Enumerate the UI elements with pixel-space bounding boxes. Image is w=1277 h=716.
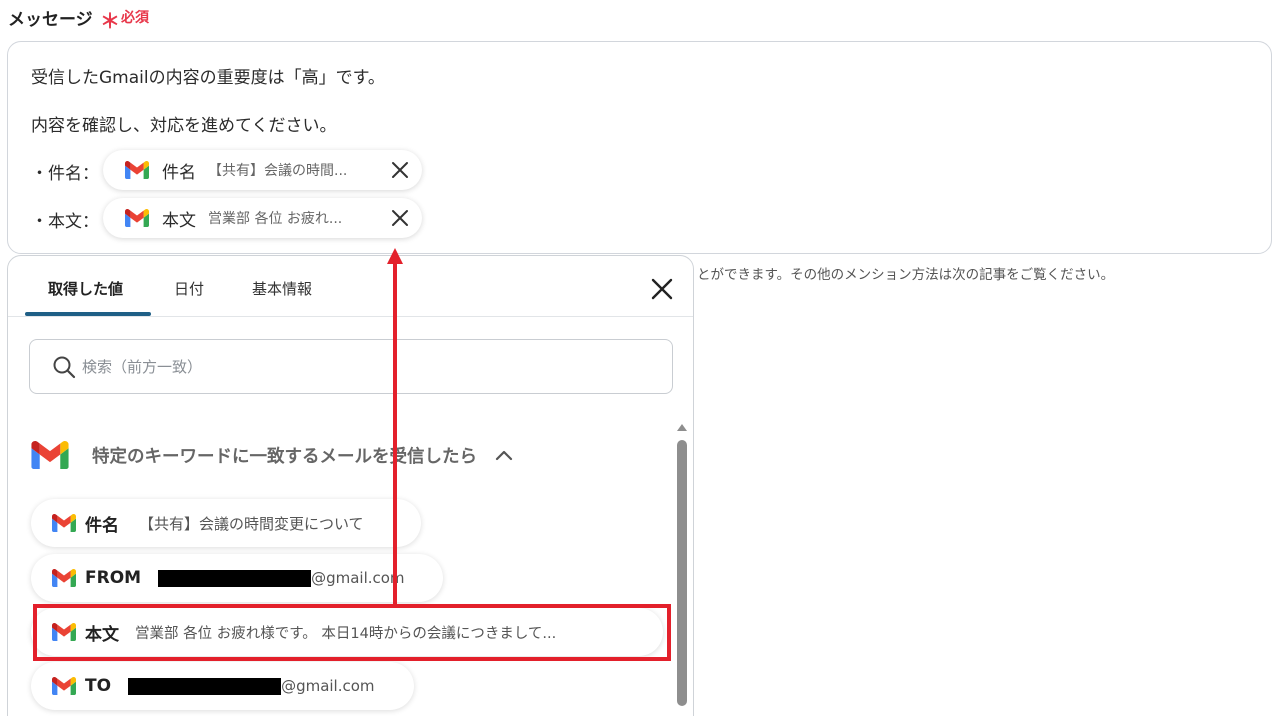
- arrow-annotation-icon: [387, 248, 403, 606]
- search-icon: [53, 356, 76, 379]
- redacted-block: [128, 677, 282, 695]
- redacted-block: [158, 569, 312, 587]
- option-to[interactable]: TO @gmail.com: [31, 662, 414, 710]
- gmail-icon: [125, 209, 149, 227]
- close-icon[interactable]: [651, 278, 673, 300]
- option-subject[interactable]: 件名 【共有】会議の時間変更について: [31, 499, 421, 547]
- chip-value: 営業部 各位 お疲れ...: [208, 211, 343, 227]
- chip-value: 【共有】会議の時間...: [208, 163, 348, 179]
- option-value: @gmail.com: [281, 677, 375, 695]
- remove-chip-icon[interactable]: [390, 160, 410, 180]
- scroll-up-arrow-icon[interactable]: [676, 422, 688, 432]
- option-value: 【共有】会議の時間変更について: [139, 514, 364, 533]
- message-editor[interactable]: 受信したGmailの内容の重要度は「高」です。 内容を確認し、対応を進めてくださ…: [7, 41, 1272, 254]
- subject-prefix: ・件名：: [31, 164, 99, 184]
- tab-divider: [8, 316, 693, 317]
- gmail-icon: [52, 514, 76, 532]
- help-text: とができます。その他のメンション方法は次の記事をご覧ください。: [697, 267, 1115, 283]
- highlight-annotation: [33, 604, 671, 661]
- chevron-up-icon[interactable]: [495, 449, 513, 461]
- message-line-2: 内容を確認し、対応を進めてください。: [31, 116, 337, 136]
- trigger-group-header[interactable]: 特定のキーワードに一致するメールを受信したら: [31, 441, 513, 469]
- scrollbar-thumb[interactable]: [677, 440, 687, 706]
- tab-basic-info[interactable]: 基本情報: [252, 278, 312, 299]
- option-name: TO: [85, 676, 112, 696]
- option-name: FROM: [85, 568, 142, 588]
- tab-acquired-values[interactable]: 取得した値: [48, 278, 123, 299]
- group-title: 特定のキーワードに一致するメールを受信したら: [92, 446, 477, 467]
- body-prefix: ・本文：: [31, 212, 99, 232]
- chip-name: 本文: [162, 210, 196, 231]
- remove-chip-icon[interactable]: [390, 208, 410, 228]
- chip-name: 件名: [162, 162, 196, 183]
- mention-chip-subject[interactable]: 件名 【共有】会議の時間...: [103, 150, 422, 190]
- search-box: [29, 339, 673, 394]
- search-input[interactable]: [82, 340, 642, 393]
- gmail-icon: [52, 569, 76, 587]
- message-field-label: メッセージ: [8, 10, 93, 30]
- required-asterisk: ＊: [100, 9, 120, 33]
- gmail-icon: [125, 161, 149, 179]
- tab-date[interactable]: 日付: [174, 278, 204, 299]
- mention-chip-body[interactable]: 本文 営業部 各位 お疲れ...: [103, 198, 422, 238]
- required-label: 必須: [121, 10, 149, 26]
- gmail-icon: [52, 677, 76, 695]
- message-line-1: 受信したGmailの内容の重要度は「高」です。: [31, 68, 385, 88]
- gmail-icon: [31, 441, 69, 469]
- option-name: 件名: [85, 515, 119, 536]
